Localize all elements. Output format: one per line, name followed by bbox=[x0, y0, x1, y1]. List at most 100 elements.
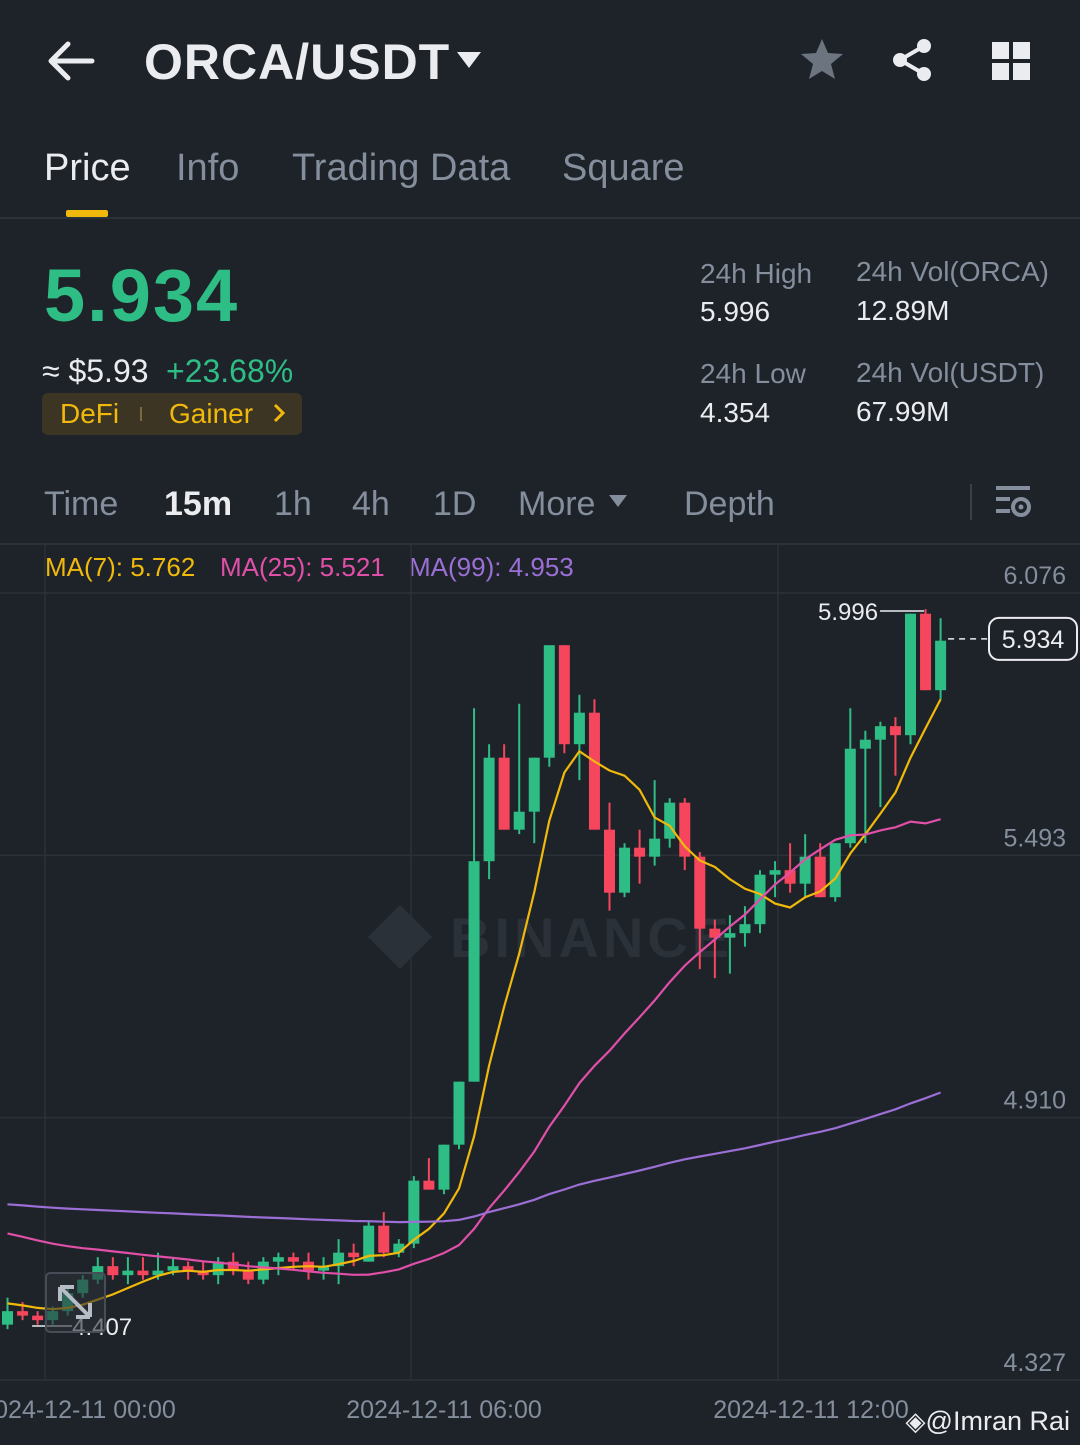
candle bbox=[558, 645, 570, 754]
price-change-percent: +23.68% bbox=[166, 353, 294, 389]
last-price: 5.934 bbox=[44, 254, 240, 337]
binance-logo-icon: ◈ bbox=[905, 1406, 926, 1436]
candle-body bbox=[348, 1252, 360, 1258]
candle-body bbox=[528, 757, 540, 812]
y-tick-label: 4.910 bbox=[1003, 1087, 1066, 1115]
candle bbox=[844, 708, 856, 848]
candle-body bbox=[17, 1311, 29, 1316]
vol-base-value: 12.89M bbox=[856, 295, 950, 326]
candle bbox=[543, 645, 555, 767]
candle-body bbox=[844, 748, 856, 844]
candle bbox=[378, 1212, 390, 1258]
candle bbox=[905, 613, 916, 745]
fullscreen-button[interactable] bbox=[45, 1272, 106, 1333]
candle-body bbox=[920, 613, 932, 691]
tab-info[interactable]: Info bbox=[176, 146, 239, 190]
candle-body bbox=[769, 870, 781, 875]
candle bbox=[272, 1252, 284, 1276]
credit-watermark: ◈@Imran Rai bbox=[905, 1406, 1070, 1436]
interval-time[interactable]: Time bbox=[44, 484, 118, 524]
candle-body bbox=[468, 861, 480, 1082]
x-tick-label: 2024-12-11 00:00 bbox=[0, 1396, 176, 1424]
candle-body bbox=[724, 933, 736, 938]
low-24h-label: 24h Low bbox=[700, 358, 806, 389]
candle bbox=[423, 1158, 435, 1190]
y-tick-label: 5.493 bbox=[1003, 824, 1066, 852]
candle bbox=[935, 618, 947, 700]
tag-defi[interactable]: DeFi bbox=[60, 398, 119, 430]
candle-body bbox=[32, 1315, 44, 1321]
candle bbox=[2, 1297, 13, 1330]
interval-more[interactable]: More bbox=[518, 484, 595, 524]
pair-title[interactable]: ORCA/USDT bbox=[144, 34, 450, 90]
candle bbox=[799, 834, 811, 898]
candle bbox=[498, 744, 510, 830]
chevron-right-icon bbox=[273, 403, 286, 423]
interval-1d[interactable]: 1D bbox=[433, 484, 476, 524]
vol-quote-label: 24h Vol(USDT) bbox=[856, 357, 1045, 388]
candlestick-chart[interactable]: 6.076 5.493 4.910 4.327 2024-12-11 00:00 2024… bbox=[0, 545, 1080, 1445]
candle bbox=[739, 906, 751, 947]
candle-body bbox=[905, 613, 916, 736]
vol-base-label: 24h Vol(ORCA) bbox=[856, 256, 1049, 287]
candle-body bbox=[378, 1225, 390, 1253]
interval-depth[interactable]: Depth bbox=[684, 484, 775, 524]
candle bbox=[483, 744, 495, 880]
candle-body bbox=[619, 847, 631, 893]
candle-body bbox=[483, 757, 495, 862]
candle bbox=[679, 798, 691, 871]
candle-body bbox=[167, 1266, 179, 1271]
candle-body bbox=[874, 726, 886, 740]
candle-body bbox=[453, 1081, 465, 1145]
current-price-label: 5.934 bbox=[1002, 626, 1065, 654]
candle bbox=[468, 708, 480, 1082]
interval-separator bbox=[970, 484, 972, 520]
candle-body bbox=[889, 726, 901, 736]
candle bbox=[769, 861, 781, 898]
candle-body bbox=[287, 1257, 299, 1262]
candle-body bbox=[664, 802, 676, 839]
candle bbox=[318, 1257, 330, 1280]
candle-body bbox=[137, 1270, 149, 1276]
candle bbox=[438, 1144, 450, 1195]
candle-body bbox=[588, 712, 600, 830]
caret-down-icon[interactable] bbox=[456, 50, 482, 70]
tab-trading-data[interactable]: Trading Data bbox=[292, 146, 510, 190]
x-tick-label: 2024-12-11 12:00 bbox=[713, 1396, 909, 1424]
ma99-line bbox=[7, 1091, 941, 1224]
grid-icon[interactable] bbox=[990, 40, 1032, 82]
high-24h-label: 24h High bbox=[700, 258, 813, 289]
candle-body bbox=[649, 838, 661, 857]
star-icon[interactable] bbox=[798, 36, 846, 84]
candle-body bbox=[408, 1180, 420, 1244]
candle-body bbox=[2, 1311, 13, 1325]
tab-price[interactable]: Price bbox=[44, 146, 131, 190]
candle bbox=[619, 843, 631, 898]
candle-body bbox=[107, 1266, 119, 1276]
candle-body bbox=[423, 1180, 435, 1190]
candle bbox=[137, 1257, 149, 1280]
usd-approx-price: ≈ $5.93 bbox=[42, 353, 149, 389]
interval-4h[interactable]: 4h bbox=[352, 484, 390, 524]
more-caret-icon bbox=[609, 495, 627, 507]
candle bbox=[874, 721, 886, 808]
share-icon[interactable] bbox=[888, 36, 936, 84]
candle-body bbox=[859, 739, 871, 749]
tag-gainer[interactable]: Gainer bbox=[169, 398, 253, 430]
chart-settings-icon[interactable] bbox=[994, 482, 1034, 522]
candle-body bbox=[799, 856, 811, 884]
candle bbox=[859, 730, 871, 844]
tab-square[interactable]: Square bbox=[562, 146, 685, 190]
high-marker-label: 5.996 bbox=[818, 599, 878, 626]
candle-body bbox=[604, 829, 615, 893]
high-24h-value: 5.996 bbox=[700, 296, 771, 327]
candle-body bbox=[242, 1270, 254, 1280]
arrow-left-icon[interactable] bbox=[44, 38, 96, 84]
candle bbox=[528, 757, 540, 844]
interval-15m[interactable]: 15m bbox=[164, 484, 232, 524]
candle-body bbox=[694, 856, 706, 929]
y-tick-label: 4.327 bbox=[1003, 1349, 1066, 1377]
candle-body bbox=[122, 1270, 134, 1276]
candle bbox=[122, 1257, 134, 1285]
interval-1h[interactable]: 1h bbox=[274, 484, 312, 524]
